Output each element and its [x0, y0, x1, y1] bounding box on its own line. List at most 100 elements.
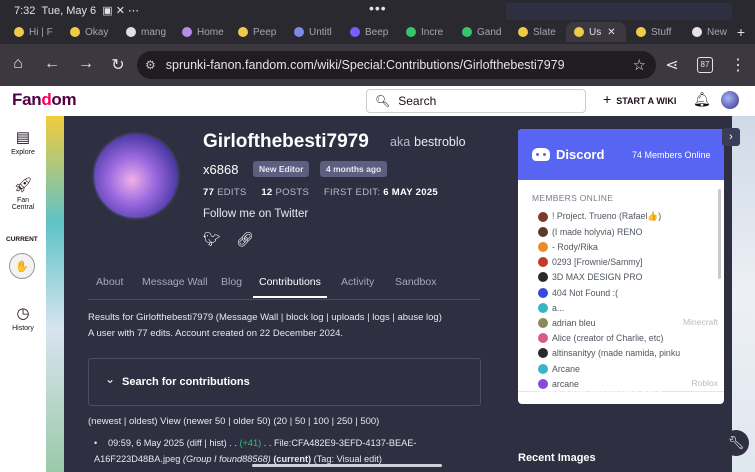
discord-name: Discord [556, 147, 605, 162]
results-line-1: Results for Girlofthebesti7979 (Message … [88, 312, 442, 323]
contribution-file-link-2[interactable]: A16F223D48BA.jpeg [94, 454, 180, 464]
member-name: a... [552, 302, 565, 313]
contribution-summary: (Group I found88568) [182, 454, 271, 464]
profile-username: Girlofthebesti7979 [203, 131, 369, 152]
link-logs[interactable]: logs [372, 312, 389, 323]
discord-member[interactable]: 404 Not Found :( [538, 285, 718, 300]
link-abuse-log[interactable]: abuse log [397, 312, 438, 323]
discord-scrollbar[interactable] [718, 189, 721, 279]
wrench-icon[interactable]: 🔧︎ [723, 430, 749, 456]
menu-icon[interactable]: ⋮ [728, 55, 748, 75]
member-name: - Rody/Rika [552, 241, 598, 252]
discord-join-button[interactable]: Hangout with people who get it [532, 388, 662, 399]
browser-tab[interactable]: Okay [62, 22, 116, 42]
share-icon[interactable]: ⋖ [662, 55, 682, 75]
link-icon[interactable]: 🔗︎ [236, 231, 254, 248]
member-name: 404 Not Found :( [552, 287, 619, 298]
tab-sandbox[interactable]: Sandbox [395, 276, 436, 288]
bookmark-star-icon[interactable]: ☆ [633, 56, 646, 74]
tab-label: Untitl [309, 26, 332, 38]
browser-tab[interactable]: mang [118, 22, 172, 42]
browser-tab[interactable]: Gand [454, 22, 508, 42]
contribution-line-1: 09:59, 6 May 2025 (diff | hist) . . (+41… [108, 435, 416, 451]
home-icon[interactable]: ⌂ [8, 55, 28, 73]
site-settings-icon[interactable]: ⚙ [145, 58, 156, 72]
browser-tab[interactable]: Stuff [628, 22, 682, 42]
browser-tab[interactable]: Us ✕ [566, 22, 626, 42]
rail-fan-central[interactable]: 🚀︎ Fan Central [0, 176, 46, 211]
tab-message-wall[interactable]: Message Wall [142, 276, 208, 288]
browser-tab[interactable]: Beep [342, 22, 396, 42]
badge-new-editor: New Editor [253, 161, 310, 177]
browser-tab[interactable]: Hi | F [6, 22, 60, 42]
tab-blog[interactable]: Blog [221, 276, 242, 288]
rail-explore-label: Explore [11, 149, 35, 156]
discord-member[interactable]: ! Project. Trueno (Rafael👍) [538, 209, 718, 224]
tab-label: Gand [477, 26, 502, 38]
discord-member[interactable]: - Rody/Rika [538, 239, 718, 254]
member-activity: Minecraft [683, 317, 718, 328]
member-name: Alice (creator of Charlie, etc) [552, 333, 664, 344]
forward-icon[interactable]: → [76, 55, 96, 73]
tab-contributions[interactable]: Contributions [253, 276, 327, 298]
tab-favicon-icon [636, 27, 646, 37]
discord-member-list: ! Project. Trueno (Rafael👍) (I made holyv… [538, 209, 718, 391]
browser-tab[interactable]: Home [174, 22, 228, 42]
pagination[interactable]: (newest | oldest) View (newer 50 | older… [88, 416, 379, 427]
search-input[interactable]: 🔍︎ Search [366, 89, 586, 113]
browser-tab[interactable]: Slate [510, 22, 564, 42]
tab-label: Beep [365, 26, 389, 38]
current-wiki-icon[interactable]: ✋ [9, 253, 35, 279]
search-contributions-label: Search for contributions [122, 376, 250, 388]
member-avatar [538, 287, 548, 298]
tab-label: Us [589, 26, 602, 38]
browser-tab[interactable]: Untitl [286, 22, 340, 42]
contribution-file-link[interactable]: File:CFA482E9-3EFD-4137-BEAE- [274, 438, 416, 448]
edits-label: EDITS [217, 187, 247, 198]
tab-label: New [707, 26, 728, 38]
discord-member[interactable]: 3D MAX DESIGN PRO [538, 270, 718, 285]
tab-favicon-icon [238, 27, 248, 37]
back-icon[interactable]: ← [42, 55, 62, 73]
tab-label: Hi | F [29, 26, 53, 38]
discord-member[interactable]: (I made holyvia) RENO [538, 224, 718, 239]
multitask-dots-icon[interactable]: ••• [369, 0, 387, 16]
discord-member[interactable]: adrian bleu Minecraft [538, 315, 718, 330]
browser-toolbar: ⌂ ← → ↻ ⚙ sprunki-fanon.fandom.com/wiki/… [0, 44, 755, 86]
discord-widget[interactable]: Discord 74 Members Online MEMBERS ONLINE… [518, 129, 724, 404]
discord-member[interactable]: 0293 [Frownie/Sammy] [538, 255, 718, 270]
contribution-time[interactable]: 09:59, 6 May 2025 [108, 438, 184, 448]
search-contributions-panel[interactable]: ⌄ Search for contributions [88, 358, 481, 406]
tab-label: Okay [85, 26, 109, 38]
link-uploads[interactable]: uploads [331, 312, 364, 323]
twitter-icon[interactable]: 🐦︎ [203, 231, 221, 248]
reload-icon[interactable]: ↻ [108, 55, 128, 75]
new-tab-icon[interactable]: + [737, 24, 745, 40]
link-message-wall[interactable]: Message Wall [219, 312, 278, 323]
fandom-logo[interactable]: Fandom [12, 90, 77, 110]
address-bar[interactable]: ⚙ sprunki-fanon.fandom.com/wiki/Special:… [137, 51, 656, 79]
tab-about[interactable]: About [96, 276, 123, 288]
discord-member[interactable]: a... [538, 300, 718, 315]
tab-favicon-icon [518, 27, 528, 37]
link-block-log[interactable]: block log [286, 312, 324, 323]
browser-tab[interactable]: New [684, 22, 732, 42]
notifications-bell-icon[interactable]: 🔔︎ [693, 91, 711, 108]
contribution-diff-hist[interactable]: (diff | hist) [187, 438, 227, 448]
start-wiki-button[interactable]: + START A WIKI [603, 91, 676, 107]
discord-member[interactable]: Arcane [538, 361, 718, 376]
browser-tab[interactable]: Peep [230, 22, 284, 42]
clock: 7:32 [14, 5, 36, 17]
horizontal-scrollbar[interactable] [252, 464, 442, 467]
discord-member[interactable]: altinsanityy (made namida, pinku [538, 346, 718, 361]
browser-tab[interactable]: Incre [398, 22, 452, 42]
rail-explore[interactable]: ▤ Explore [0, 128, 46, 156]
discord-member[interactable]: Alice (creator of Charlie, etc) [538, 331, 718, 346]
url-text[interactable]: sprunki-fanon.fandom.com/wiki/Special:Co… [166, 58, 565, 72]
user-avatar[interactable] [721, 91, 739, 109]
rail-history[interactable]: ◷ History [0, 304, 46, 332]
close-tab-icon[interactable]: ✕ [607, 27, 615, 38]
tab-activity[interactable]: Activity [341, 276, 374, 288]
tab-count-button[interactable]: 87 [697, 57, 713, 73]
collapse-rail-chevron-icon[interactable]: › [722, 128, 740, 146]
